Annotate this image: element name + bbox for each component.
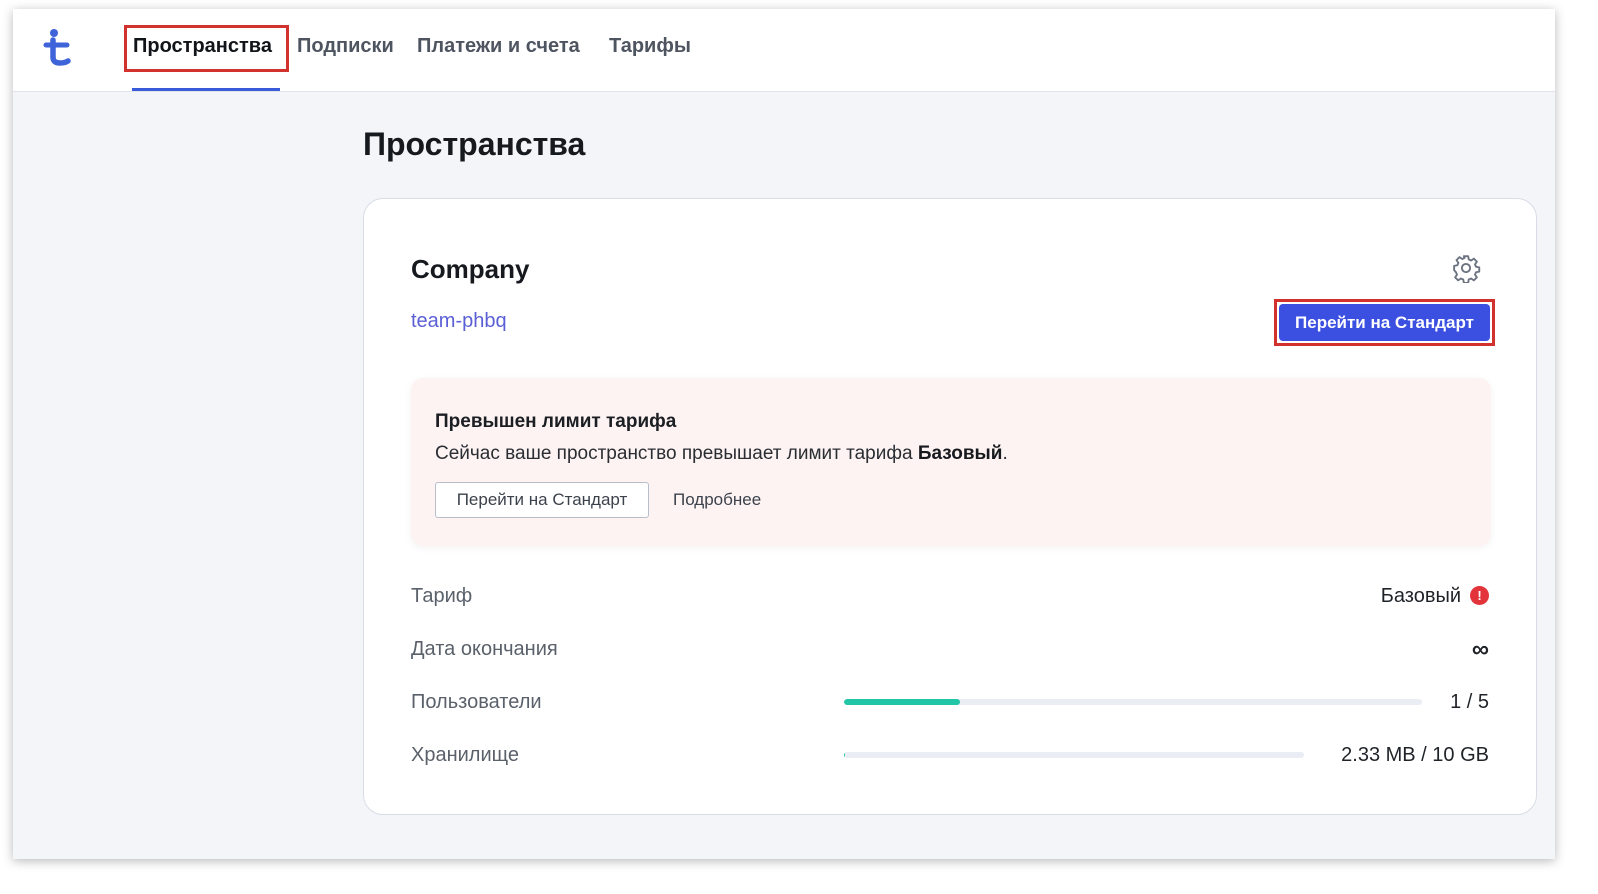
- highlight-box: [1274, 299, 1495, 346]
- plan-value: Базовый: [1380, 585, 1461, 607]
- alert-plan-name: Базовый: [917, 443, 1003, 464]
- workspace-slug-link[interactable]: team-phbq: [411, 310, 507, 333]
- error-icon: !: [1470, 586, 1489, 605]
- highlight-box: [124, 25, 289, 72]
- users-label: Пользователи: [411, 691, 542, 713]
- storage-progress-bar: [844, 752, 1304, 758]
- learn-more-button[interactable]: Подробнее: [673, 490, 761, 510]
- expiry-label: Дата окончания: [411, 638, 558, 660]
- workspace-card: Company team-phbq Перейти на Стандарт Пр…: [363, 198, 1537, 815]
- alert-upgrade-button[interactable]: Перейти на Стандарт: [435, 482, 649, 518]
- users-progress-fill: [844, 699, 960, 705]
- nav-tab-payments[interactable]: Платежи и счета: [417, 35, 580, 58]
- users-value: 1 / 5: [1450, 691, 1489, 713]
- gear-icon[interactable]: [1451, 253, 1481, 283]
- users-progress-bar: [844, 699, 1422, 705]
- nav-tab-plans[interactable]: Тарифы: [609, 35, 691, 58]
- page-title: Пространства: [363, 126, 586, 162]
- nav-tab-subscriptions[interactable]: Подписки: [297, 35, 394, 58]
- alert-title: Превышен лимит тарифа: [435, 411, 677, 432]
- alert-text-prefix: Сейчас ваше пространство превышает лимит…: [435, 443, 918, 464]
- active-tab-indicator: [132, 88, 280, 91]
- storage-value: 2.33 MB / 10 GB: [1341, 744, 1489, 766]
- plan-limit-alert: Превышен лимит тарифа Сейчас ваше простр…: [411, 378, 1491, 546]
- expiry-value: ∞: [1471, 636, 1489, 663]
- top-navigation: Пространства Подписки Платежи и счета Та…: [13, 9, 1555, 92]
- workspace-name: Company: [411, 254, 530, 284]
- storage-label: Хранилище: [411, 744, 519, 766]
- plan-label: Тариф: [411, 585, 473, 607]
- alert-message: Сейчас ваше пространство превышает лимит…: [435, 443, 1008, 465]
- app-logo-icon[interactable]: [41, 27, 77, 67]
- app-window: Пространства Подписки Платежи и счета Та…: [13, 9, 1555, 859]
- alert-text-suffix: .: [1002, 443, 1008, 464]
